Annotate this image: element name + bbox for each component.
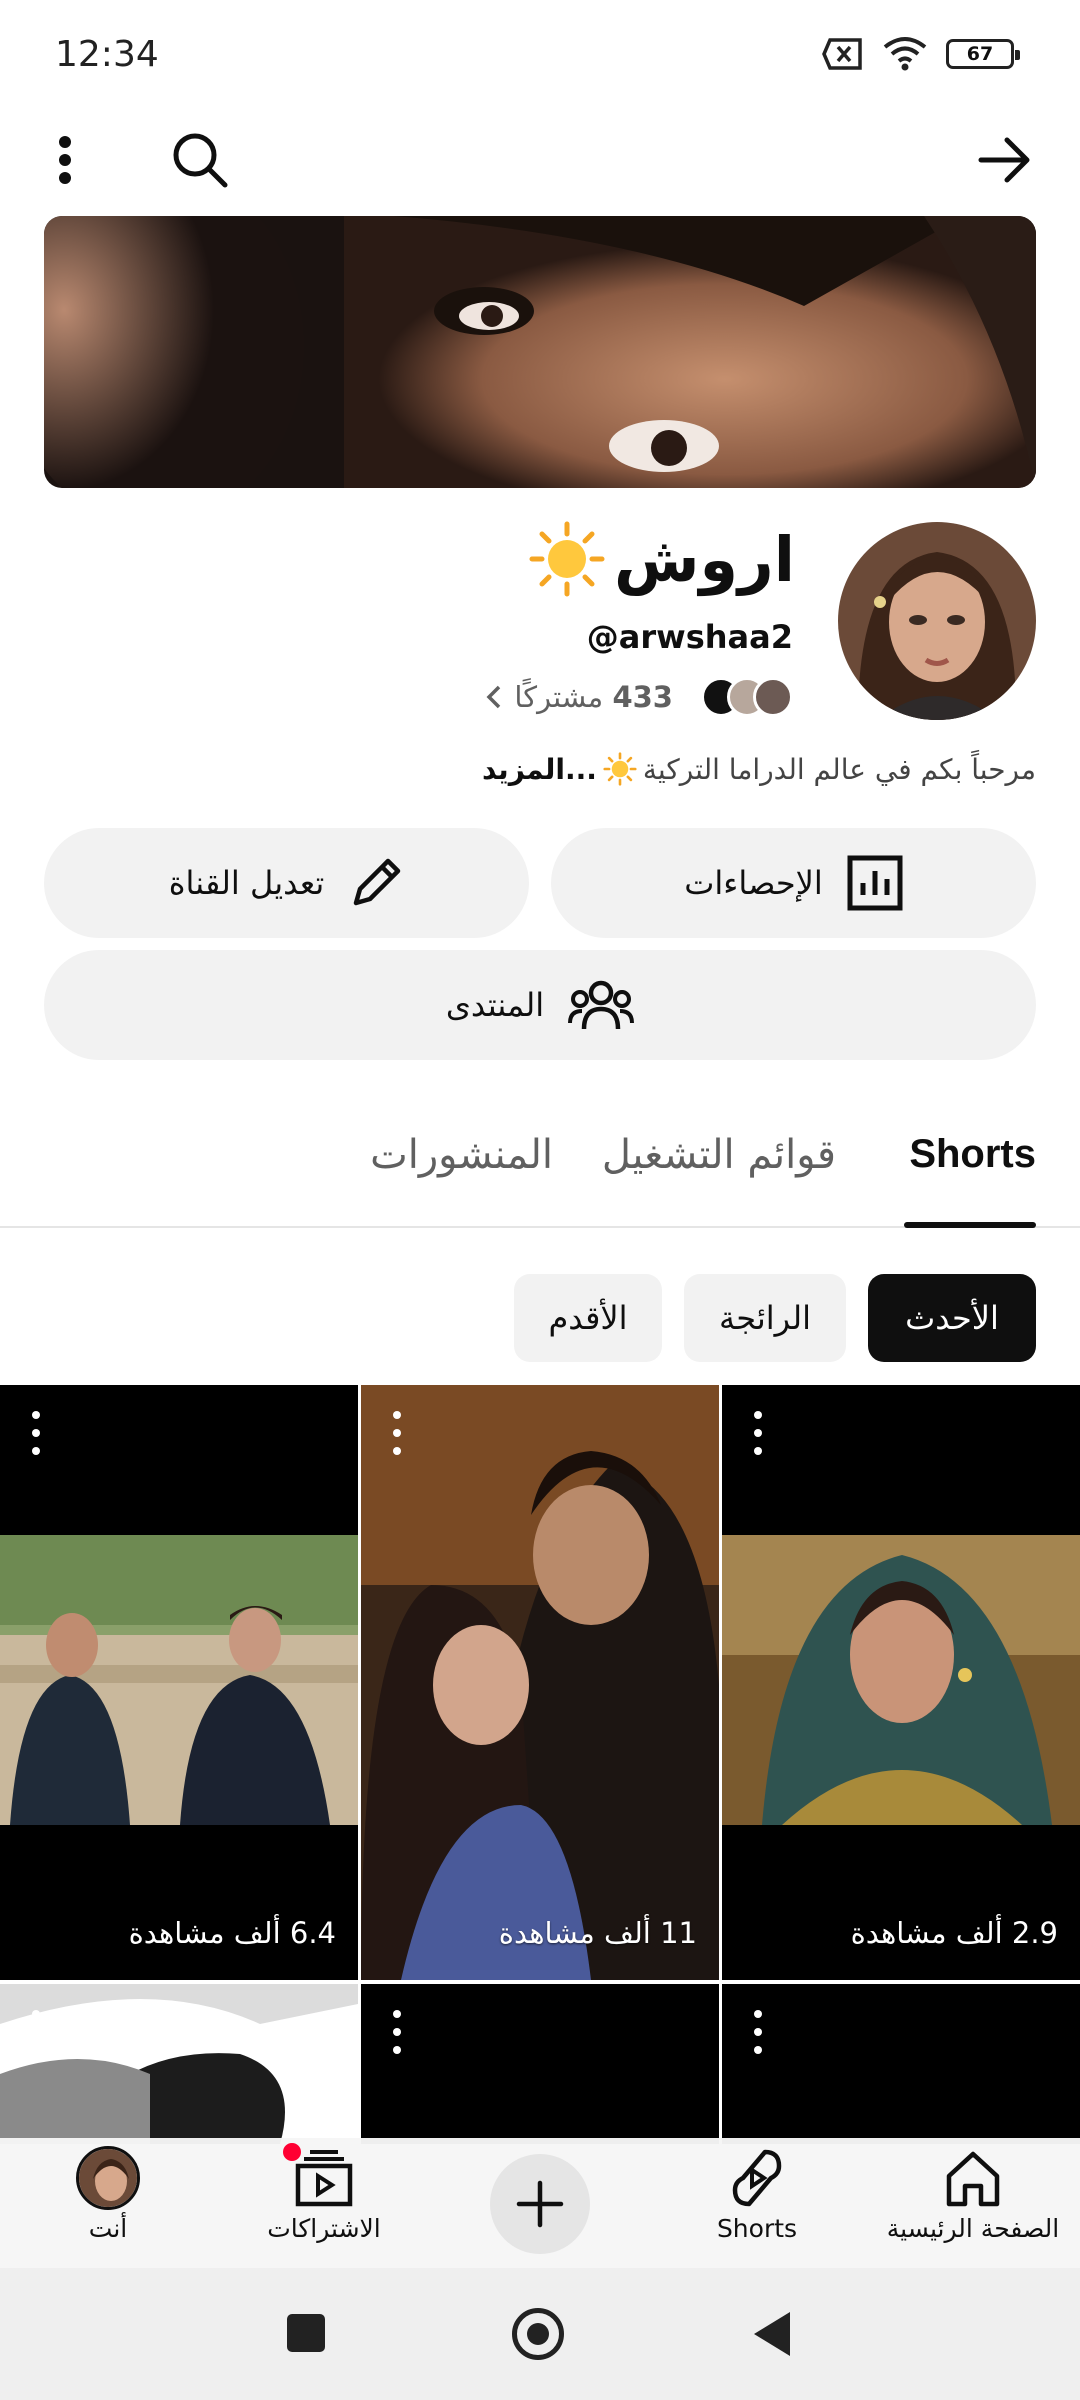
filter-chip-latest[interactable]: الأحدث bbox=[868, 1274, 1036, 1362]
short-views: 2.9 ألف مشاهدة bbox=[850, 1916, 1058, 1950]
subscriber-avatars bbox=[701, 677, 793, 717]
nav-home[interactable]: الصفحة الرئيسية bbox=[873, 2146, 1073, 2243]
more-link[interactable]: ...المزيد bbox=[482, 753, 597, 786]
more-vert-icon[interactable] bbox=[748, 2010, 768, 2054]
analytics-button[interactable]: الإحصاءات bbox=[551, 828, 1036, 938]
short-thumbnail[interactable]: 6.4 ألف مشاهدة bbox=[0, 1385, 358, 1980]
sim-off-icon bbox=[822, 38, 862, 70]
more-vert-icon[interactable] bbox=[387, 1411, 407, 1455]
nav-subscriptions[interactable]: الاشتراكات bbox=[224, 2140, 424, 2243]
filter-chip-popular[interactable]: الرائجة bbox=[684, 1274, 846, 1362]
short-views: 11 ألف مشاهدة bbox=[498, 1916, 697, 1950]
status-icons: 67 bbox=[822, 36, 1020, 72]
short-thumbnail[interactable]: 11 ألف مشاهدة bbox=[361, 1385, 719, 1980]
nav-home-label: الصفحة الرئيسية bbox=[886, 2214, 1060, 2243]
subscribers-text: 433 مشتركًا bbox=[514, 680, 673, 714]
channel-banner[interactable] bbox=[44, 216, 1036, 488]
nav-you-label: أنت bbox=[88, 2214, 128, 2243]
tab-shorts[interactable]: Shorts bbox=[909, 1132, 1036, 1177]
channel-avatar[interactable] bbox=[838, 522, 1036, 720]
avatar-icon bbox=[76, 2146, 140, 2210]
nav-subscriptions-label: الاشتراكات bbox=[267, 2214, 381, 2243]
battery-level: 67 bbox=[966, 43, 994, 65]
channel-handle: @arwshaa2 bbox=[586, 618, 793, 656]
search-icon[interactable] bbox=[160, 120, 240, 200]
short-thumbnail[interactable]: 2.9 ألف مشاهدة bbox=[722, 1385, 1080, 1980]
more-vert-icon[interactable] bbox=[26, 1411, 46, 1455]
back-triangle-icon[interactable] bbox=[752, 2310, 792, 2358]
community-icon bbox=[568, 980, 635, 1030]
arrow-forward-icon[interactable] bbox=[965, 120, 1045, 200]
recents-icon[interactable] bbox=[287, 2314, 325, 2352]
tab-underline bbox=[904, 1222, 1036, 1228]
analytics-icon bbox=[847, 855, 903, 911]
shorts-icon bbox=[732, 2149, 782, 2207]
short-thumbnail[interactable] bbox=[722, 1984, 1080, 2144]
nav-you[interactable]: أنت bbox=[8, 2146, 208, 2243]
add-icon bbox=[516, 2180, 564, 2228]
filter-chip-oldest[interactable]: الأقدم bbox=[514, 1274, 662, 1362]
more-vert-icon[interactable] bbox=[387, 2010, 407, 2054]
top-bar bbox=[0, 110, 1080, 220]
short-thumbnail[interactable] bbox=[0, 1984, 358, 2144]
avatar bbox=[753, 677, 793, 717]
tab-posts[interactable]: المنشورات bbox=[370, 1132, 553, 1178]
analytics-label: الإحصاءات bbox=[684, 864, 823, 902]
status-time: 12:34 bbox=[55, 34, 159, 75]
community-label: المنتدى bbox=[445, 986, 545, 1024]
community-button[interactable]: المنتدى bbox=[44, 950, 1036, 1060]
pencil-icon bbox=[353, 858, 401, 906]
wifi-icon bbox=[883, 37, 927, 71]
tab-playlists[interactable]: قوائم التشغيل bbox=[602, 1132, 836, 1178]
short-views: 6.4 ألف مشاهدة bbox=[128, 1916, 336, 1950]
description-text: مرحباً بكم في عالم الدراما التركية bbox=[642, 752, 1036, 786]
home-circle-icon[interactable] bbox=[512, 2308, 564, 2360]
channel-name: اروش bbox=[528, 520, 795, 598]
channel-tabs: Shorts قوائم التشغيل المنشورات bbox=[0, 1108, 1080, 1228]
chevron-left-icon bbox=[486, 685, 501, 709]
sun-icon bbox=[603, 752, 637, 786]
system-navigation-bar bbox=[0, 2268, 1080, 2400]
sun-icon bbox=[529, 521, 605, 597]
battery-icon: 67 bbox=[946, 39, 1020, 69]
more-vert-icon[interactable] bbox=[26, 2010, 46, 2054]
short-thumbnail[interactable] bbox=[361, 1984, 719, 2144]
subscriptions-icon-wrap bbox=[280, 2140, 356, 2210]
notification-dot bbox=[280, 2140, 304, 2164]
edit-channel-button[interactable]: تعديل القناة bbox=[44, 828, 529, 938]
nav-shorts-label: Shorts bbox=[716, 2214, 798, 2243]
subscribers-label: مشتركًا bbox=[514, 680, 604, 714]
more-vert-icon[interactable] bbox=[30, 120, 100, 200]
status-bar: 12:34 67 bbox=[0, 0, 1080, 110]
nav-shorts[interactable]: Shorts bbox=[657, 2146, 857, 2243]
more-vert-icon[interactable] bbox=[748, 1411, 768, 1455]
subscribers-row[interactable]: 433 مشتركًا bbox=[484, 672, 793, 722]
subscribers-count: 433 bbox=[612, 680, 673, 714]
create-button[interactable] bbox=[490, 2154, 590, 2254]
channel-description[interactable]: مرحباً بكم في عالم الدراما التركية ...ال… bbox=[482, 752, 1036, 786]
channel-name-text: اروش bbox=[613, 522, 795, 596]
edit-channel-label: تعديل القناة bbox=[168, 864, 325, 902]
home-icon bbox=[946, 2151, 1000, 2207]
bottom-navigation: الصفحة الرئيسية Shorts الاشتراكات أنت bbox=[0, 2138, 1080, 2268]
